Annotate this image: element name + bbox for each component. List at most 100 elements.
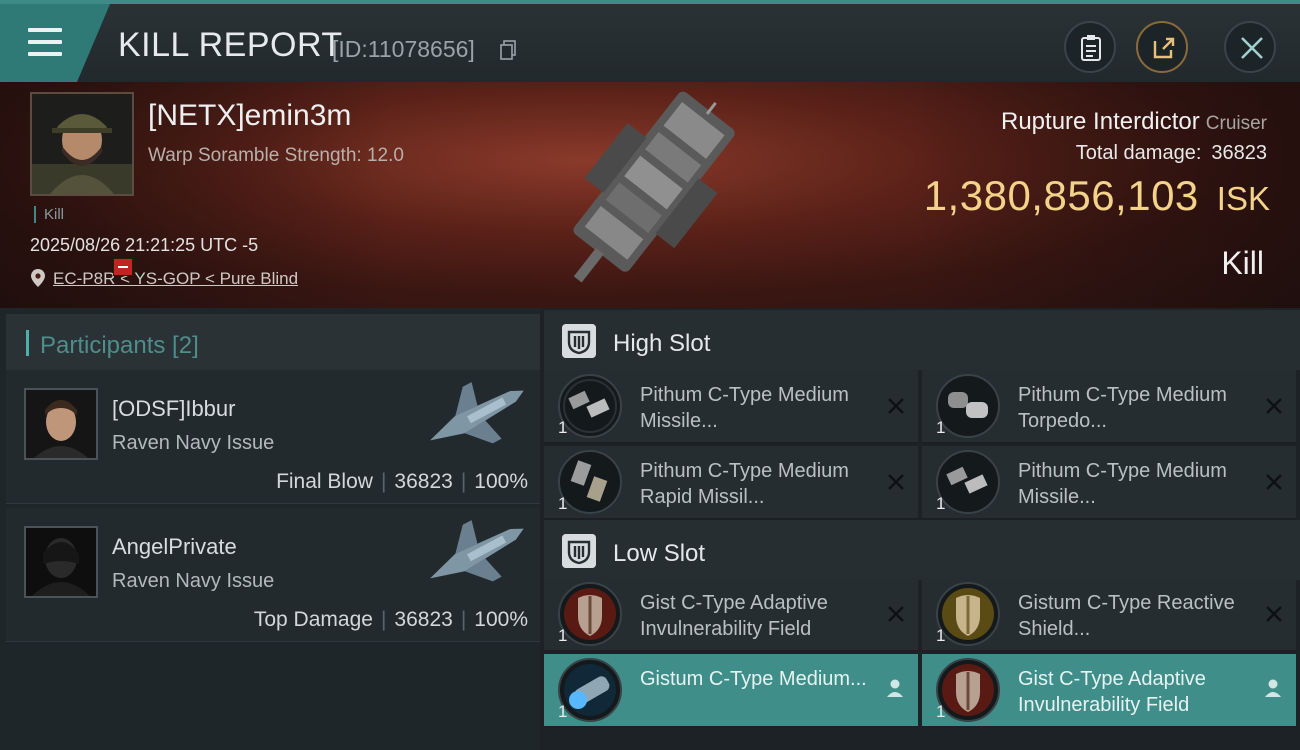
- module-quantity: 1: [936, 702, 946, 721]
- module-name: Pithum C-Type Medium Missile...: [640, 384, 849, 432]
- participant-damage: 36823: [394, 470, 453, 493]
- dropped-user-icon: [1265, 679, 1281, 697]
- module-quantity: 1: [936, 418, 946, 437]
- missile-launcher-icon: [936, 450, 1000, 514]
- participant-portrait-image: [26, 528, 96, 596]
- participant-ship: Raven Navy Issue: [112, 432, 275, 454]
- hamburger-icon-bar: [28, 52, 62, 56]
- close-icon: [1241, 37, 1263, 59]
- result-label: Kill: [1221, 245, 1264, 281]
- total-damage-value: 36823: [1211, 142, 1267, 164]
- module-quantity: 1: [558, 702, 568, 721]
- high-slot-icon: [562, 324, 596, 358]
- page-title: KILL REPORT: [118, 26, 343, 64]
- module-name: Gistum C-Type Reactive Shield...: [1018, 592, 1235, 640]
- participant-name[interactable]: [ODSF]Ibbur: [112, 396, 235, 422]
- low-slot-icon: [562, 534, 596, 568]
- dropped-user-icon: [887, 679, 903, 697]
- shield-hardener-icon: [936, 658, 1000, 722]
- participants-title: Participants [2]: [40, 332, 199, 359]
- module-item[interactable]: 1 Gist C-Type Adaptive Invulnerability F…: [922, 654, 1296, 728]
- warp-strength: Warp Soramble Strength: 12.0: [148, 145, 404, 166]
- module-quantity: 1: [558, 494, 568, 513]
- participant-stats: Top Damage | 36823 | 100%: [253, 608, 528, 631]
- isk-unit: ISK: [1216, 180, 1270, 217]
- module-item[interactable]: 1 Pithum C-Type Medium Missile...: [922, 446, 1296, 520]
- victim-ship-image: [573, 91, 735, 283]
- participant-portrait-image: [26, 390, 96, 458]
- module-name: Gist C-Type Adaptive Invulnerability Fie…: [1018, 668, 1206, 716]
- module-quantity: 1: [558, 418, 568, 437]
- module-name: Pithum C-Type Medium Rapid Missil...: [640, 460, 849, 508]
- hamburger-icon-bar: [28, 40, 62, 44]
- torpedo-launcher-icon: [936, 374, 1000, 438]
- fitting-panel: High Slot 1 Pithum C-Type Medium Missile…: [540, 308, 1300, 750]
- rapid-missile-launcher-icon: [558, 450, 622, 514]
- report-id: [ID:11078656]: [332, 36, 475, 62]
- missile-launcher-icon: [558, 374, 622, 438]
- hostile-badge: [113, 258, 133, 276]
- participant-ship-image: [430, 382, 524, 444]
- header-accent: [26, 330, 29, 356]
- high-slot-header: High Slot: [544, 310, 1300, 370]
- victim-portrait[interactable]: [30, 92, 134, 196]
- module-quantity: 1: [558, 626, 568, 645]
- module-name: Pithum C-Type Medium Missile...: [1018, 460, 1227, 508]
- location-link[interactable]: EC-P8R < YS-GOP < Pure Blind: [53, 269, 298, 289]
- copy-icon[interactable]: [500, 40, 516, 60]
- victim-ship-name[interactable]: Rupture Interdictor Cruiser: [1001, 108, 1267, 136]
- shield-hardener-icon: [558, 582, 622, 646]
- total-damage-label: Total damage:: [1075, 142, 1202, 164]
- participant-row[interactable]: [ODSF]Ibbur Raven Navy Issue Final Blow |…: [6, 370, 540, 504]
- destroyed-icon: [1266, 398, 1282, 414]
- module-item[interactable]: 1 Pithum C-Type Medium Torpedo...: [922, 370, 1296, 444]
- kill-tag: Kill: [34, 206, 64, 223]
- participant-role: Top Damage: [253, 608, 373, 631]
- pilot-portrait-image: [32, 94, 132, 194]
- participant-row[interactable]: AngelPrivate Raven Navy Issue Top Damage…: [6, 508, 540, 642]
- close-button[interactable]: [1224, 21, 1276, 73]
- participant-percent: 100%: [474, 608, 528, 631]
- destroyed-icon: [888, 474, 904, 490]
- destroyed-icon: [888, 398, 904, 414]
- participants-header: Participants [2]: [6, 314, 540, 372]
- module-quantity: 1: [936, 494, 946, 513]
- module-name: Pithum C-Type Medium Torpedo...: [1018, 384, 1227, 432]
- destroyed-icon: [1266, 474, 1282, 490]
- participant-ship: Raven Navy Issue: [112, 570, 275, 592]
- module-item[interactable]: 1 Pithum C-Type Medium Missile...: [544, 370, 918, 444]
- ship-name-text: Rupture Interdictor: [1001, 108, 1200, 135]
- avatar[interactable]: [24, 388, 98, 460]
- low-slot-label: Low Slot: [613, 540, 706, 567]
- module-item[interactable]: 1 Gistum C-Type Medium...: [544, 654, 918, 728]
- low-slot-header: Low Slot: [544, 520, 1300, 580]
- participant-name[interactable]: AngelPrivate: [112, 534, 237, 560]
- isk-value: 1,380,856,103 ISK: [924, 172, 1270, 220]
- participant-damage: 36823: [394, 608, 453, 631]
- participant-percent: 100%: [474, 470, 528, 493]
- hamburger-icon: [28, 28, 62, 32]
- module-item[interactable]: 1 Pithum C-Type Medium Rapid Missil...: [544, 446, 918, 520]
- share-button[interactable]: [1136, 21, 1188, 73]
- victim-banner: [NETX]emin3m Warp Soramble Strength: 12.…: [0, 82, 1300, 308]
- location-pin-icon: [31, 269, 45, 287]
- reactive-shield-icon: [936, 582, 1000, 646]
- module-item[interactable]: 1 Gistum C-Type Reactive Shield...: [922, 578, 1296, 652]
- module-item[interactable]: 1 Gist C-Type Adaptive Invulnerability F…: [544, 578, 918, 652]
- clipboard-icon: [1081, 35, 1101, 61]
- share-icon: [1153, 37, 1175, 59]
- module-name: Gistum C-Type Medium...: [640, 668, 867, 690]
- top-bar: KILL REPORT [ID:11078656]: [0, 0, 1300, 82]
- destroyed-icon: [888, 606, 904, 622]
- destroyed-icon: [1266, 606, 1282, 622]
- kill-datetime: 2025/08/26 21:21:25 UTC -5: [30, 235, 259, 255]
- victim-name[interactable]: [NETX]emin3m: [148, 99, 351, 133]
- avatar[interactable]: [24, 526, 98, 598]
- menu-button[interactable]: [0, 4, 110, 82]
- high-slot-label: High Slot: [613, 330, 711, 357]
- participant-stats: Final Blow | 36823 | 100%: [276, 470, 528, 493]
- ship-class-text: Cruiser: [1205, 113, 1267, 134]
- module-name: Gist C-Type Adaptive Invulnerability Fie…: [640, 592, 828, 640]
- isk-amount: 1,380,856,103: [923, 172, 1199, 219]
- clipboard-button[interactable]: [1064, 21, 1116, 73]
